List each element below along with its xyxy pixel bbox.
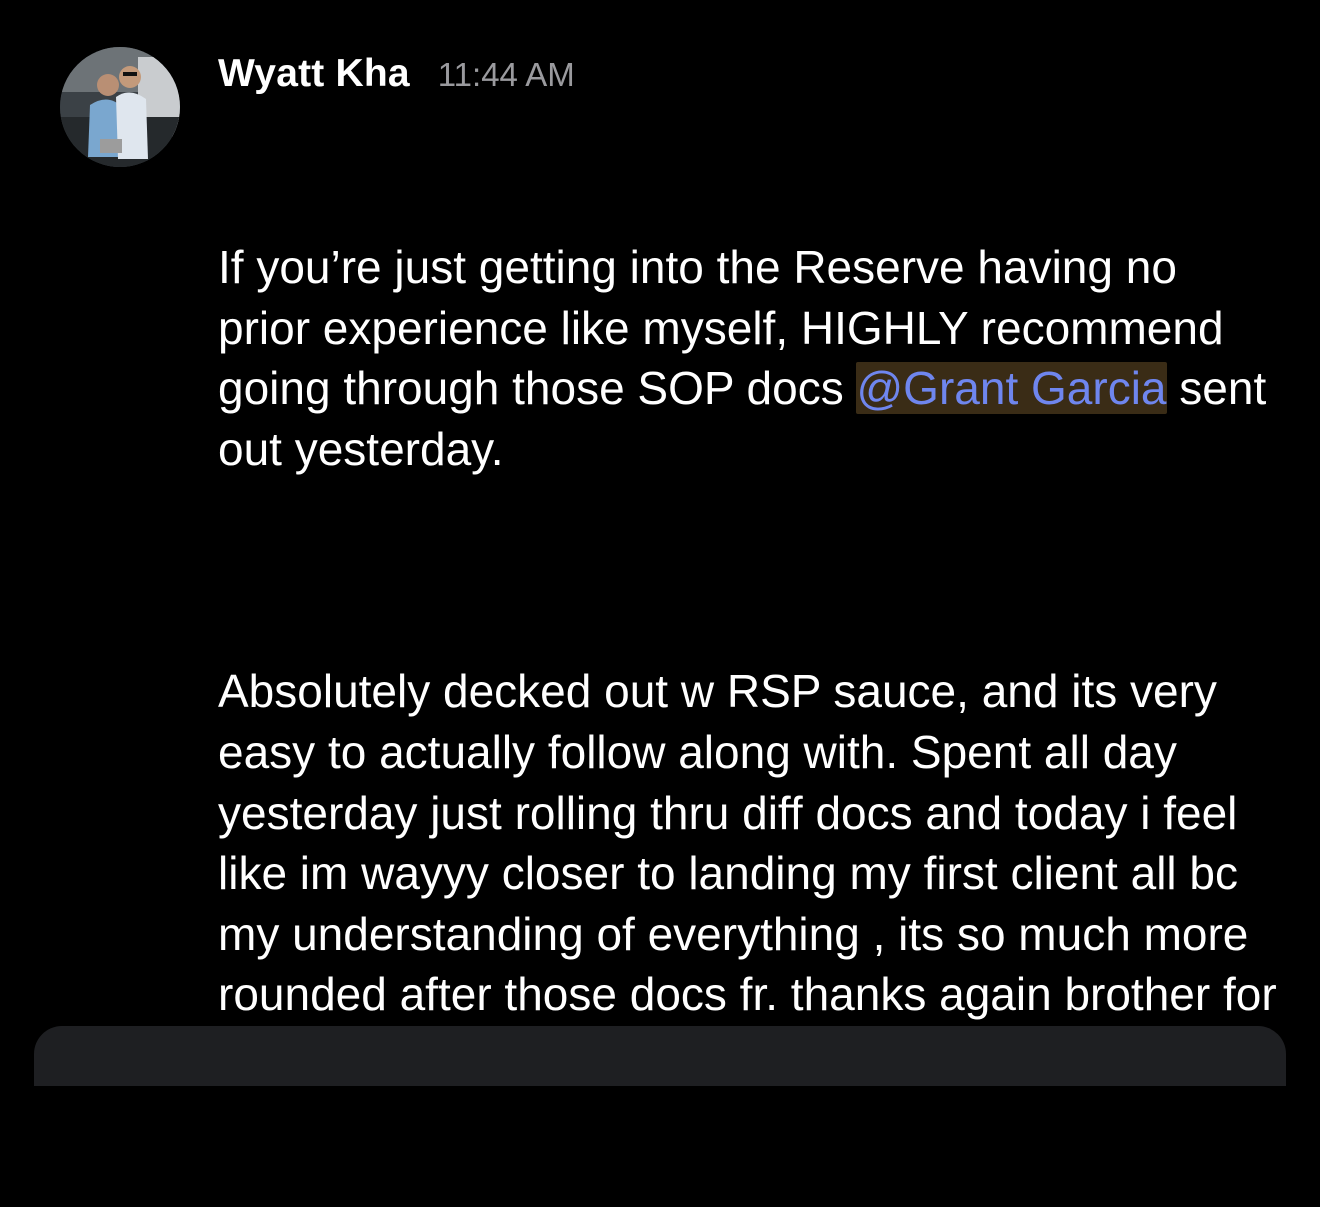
avatar-photo: [60, 47, 180, 167]
message-composer[interactable]: [34, 1026, 1286, 1086]
avatar[interactable]: [60, 47, 180, 167]
author-name[interactable]: Wyatt Kha: [218, 52, 410, 96]
chat-message: Wyatt Kha 11:44 AM If you’re just gettin…: [0, 0, 1320, 1081]
user-mention[interactable]: @Grant Garcia: [856, 362, 1167, 415]
message-header: Wyatt Kha 11:44 AM: [218, 52, 1278, 102]
message-paragraph-1: If you’re just getting into the Reserve …: [218, 237, 1278, 479]
message-timestamp: 11:44 AM: [437, 56, 575, 93]
paragraph-2-text: Absolutely decked out w RSP sauce, and i…: [218, 665, 1277, 1081]
message-paragraph-2: Absolutely decked out w RSP sauce, and i…: [218, 661, 1278, 1085]
